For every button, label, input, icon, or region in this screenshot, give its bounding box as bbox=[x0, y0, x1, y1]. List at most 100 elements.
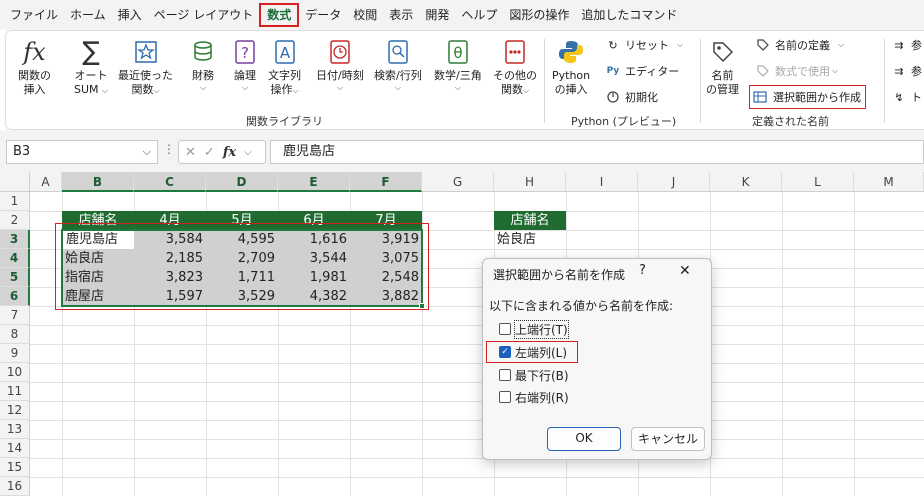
autosum-button[interactable]: ∑ オート SUM ⌵ bbox=[74, 37, 108, 97]
menu-page-layout[interactable]: ページ レイアウト bbox=[148, 3, 260, 27]
menu-help[interactable]: ヘルプ bbox=[455, 3, 503, 27]
row-header-16[interactable]: 16 bbox=[0, 477, 30, 496]
cell-b6[interactable]: 鹿屋店 bbox=[62, 287, 134, 306]
column-header-i[interactable]: I bbox=[566, 172, 638, 192]
row-header-12[interactable]: 12 bbox=[0, 401, 30, 420]
cell-d6[interactable]: 3,529 bbox=[206, 287, 278, 306]
cell-f3[interactable]: 3,919 bbox=[350, 230, 422, 249]
column-header-f[interactable]: F bbox=[350, 172, 422, 192]
column-header-d[interactable]: D bbox=[206, 172, 278, 192]
cell-b4[interactable]: 姶良店 bbox=[62, 249, 134, 268]
menu-shape-format[interactable]: 図形の操作 bbox=[503, 3, 575, 27]
cell-e6[interactable]: 4,382 bbox=[278, 287, 350, 306]
row-header-14[interactable]: 14 bbox=[0, 439, 30, 458]
insert-function-button[interactable]: fx 関数の 挿入 bbox=[18, 37, 51, 97]
cell-d3[interactable]: 4,595 bbox=[206, 230, 278, 249]
row-header-3[interactable]: 3 bbox=[0, 230, 30, 249]
cell-e4[interactable]: 3,544 bbox=[278, 249, 350, 268]
menu-file[interactable]: ファイル bbox=[4, 3, 64, 27]
datetime-button[interactable]: 日付/時刻 ⌵ bbox=[316, 37, 364, 93]
row-header-7[interactable]: 7 bbox=[0, 306, 30, 325]
define-name-button[interactable]: 名前の定義 ⌵ bbox=[754, 35, 844, 55]
menu-data[interactable]: データ bbox=[299, 3, 347, 27]
menu-view[interactable]: 表示 bbox=[383, 3, 419, 27]
more-functions-button[interactable]: その他の 関数⌵ bbox=[493, 37, 537, 97]
column-header-b[interactable]: B bbox=[62, 172, 134, 192]
top-row-checkbox[interactable]: 上端行(T) bbox=[499, 319, 569, 339]
column-header-h[interactable]: H bbox=[494, 172, 566, 192]
python-reset-button[interactable]: ↻ リセット ⌵ bbox=[604, 35, 683, 55]
menu-developer[interactable]: 開発 bbox=[419, 3, 455, 27]
cell-c5[interactable]: 3,823 bbox=[134, 268, 206, 287]
cell-d5[interactable]: 1,711 bbox=[206, 268, 278, 287]
insert-function-fx-icon[interactable]: fx bbox=[223, 145, 236, 160]
row-header-10[interactable]: 10 bbox=[0, 363, 30, 382]
cell-f5[interactable]: 2,548 bbox=[350, 268, 422, 287]
lookup-button[interactable]: 検索/行列 ⌵ bbox=[374, 37, 422, 93]
cell-b2[interactable]: 店舗名 bbox=[62, 211, 134, 230]
column-header-e[interactable]: E bbox=[278, 172, 350, 192]
math-button[interactable]: θ 数学/三角 ⌵ bbox=[434, 37, 482, 93]
cancel-button[interactable]: キャンセル bbox=[631, 427, 705, 451]
checkbox-box[interactable] bbox=[499, 369, 511, 381]
create-from-selection-button[interactable]: 選択範囲から作成 bbox=[749, 85, 866, 109]
cell-f2[interactable]: 7月 bbox=[350, 211, 422, 230]
right-column-checkbox[interactable]: 右端列(R) bbox=[499, 388, 569, 406]
cell-e5[interactable]: 1,981 bbox=[278, 268, 350, 287]
checkmark-icon[interactable]: ✓ bbox=[499, 346, 511, 358]
remove-arrows-button[interactable]: ↯ トレ bbox=[890, 87, 924, 107]
row-header-2[interactable]: 2 bbox=[0, 211, 30, 230]
checkbox-box[interactable] bbox=[499, 323, 511, 335]
recent-functions-button[interactable]: 最近使った 関数⌵ bbox=[118, 37, 173, 97]
name-box[interactable]: B3 ⌵ bbox=[6, 140, 158, 164]
menu-formulas[interactable]: 数式 bbox=[259, 3, 300, 27]
left-column-checkbox[interactable]: ✓ 左端列(L) bbox=[486, 341, 579, 363]
checkbox-box[interactable] bbox=[499, 391, 511, 403]
use-in-formula-button[interactable]: 数式で使用 ⌵ bbox=[754, 61, 838, 81]
fill-handle[interactable] bbox=[419, 303, 425, 309]
bottom-row-checkbox[interactable]: 最下行(B) bbox=[499, 366, 569, 384]
financial-button[interactable]: 財務 ⌵ bbox=[188, 37, 218, 93]
row-header-6[interactable]: 6 bbox=[0, 287, 30, 306]
row-header-13[interactable]: 13 bbox=[0, 420, 30, 439]
column-header-j[interactable]: J bbox=[638, 172, 710, 192]
row-header-9[interactable]: 9 bbox=[0, 344, 30, 363]
cell-c2[interactable]: 4月 bbox=[134, 211, 206, 230]
row-header-8[interactable]: 8 bbox=[0, 325, 30, 344]
formula-input[interactable]: 鹿児島店 bbox=[270, 140, 924, 164]
row-header-11[interactable]: 11 bbox=[0, 382, 30, 401]
trace-precedents-button[interactable]: ⇉ 参 bbox=[890, 35, 922, 55]
row-header-1[interactable]: 1 bbox=[0, 192, 30, 211]
enter-icon[interactable]: ✓ bbox=[204, 145, 215, 160]
cell-f4[interactable]: 3,075 bbox=[350, 249, 422, 268]
row-header-15[interactable]: 15 bbox=[0, 458, 30, 477]
cell-c6[interactable]: 1,597 bbox=[134, 287, 206, 306]
column-header-l[interactable]: L bbox=[782, 172, 854, 192]
cell-d4[interactable]: 2,709 bbox=[206, 249, 278, 268]
cancel-icon[interactable]: ✕ bbox=[185, 145, 196, 160]
cell-b3[interactable]: 鹿児島店 bbox=[63, 230, 134, 249]
column-header-g[interactable]: G bbox=[422, 172, 494, 192]
cell-c4[interactable]: 2,185 bbox=[134, 249, 206, 268]
column-header-m[interactable]: M bbox=[854, 172, 924, 192]
python-insert-button[interactable]: Python の挿入 bbox=[552, 37, 590, 97]
cell-d2[interactable]: 5月 bbox=[206, 211, 278, 230]
row-header-4[interactable]: 4 bbox=[0, 249, 30, 268]
menu-insert[interactable]: 挿入 bbox=[112, 3, 148, 27]
cell-b5[interactable]: 指宿店 bbox=[62, 268, 134, 287]
text-functions-button[interactable]: A 文字列 操作⌵ bbox=[268, 37, 301, 97]
column-header-a[interactable]: A bbox=[30, 172, 62, 192]
name-box-dropdown-icon[interactable]: ⌵ bbox=[143, 141, 151, 163]
python-initialize-button[interactable]: 初期化 bbox=[604, 87, 658, 107]
close-icon[interactable]: ✕ bbox=[679, 263, 691, 279]
help-icon[interactable]: ? bbox=[639, 263, 646, 278]
cell-f6[interactable]: 3,882 bbox=[350, 287, 422, 306]
menu-review[interactable]: 校閲 bbox=[347, 3, 383, 27]
cell-e3[interactable]: 1,616 bbox=[278, 230, 350, 249]
python-editor-button[interactable]: Py エディター bbox=[604, 61, 680, 81]
formula-bar-grip-icon[interactable]: ⋮ bbox=[163, 142, 175, 156]
column-header-c[interactable]: C bbox=[134, 172, 206, 192]
logical-button[interactable]: ? 論理 ⌵ bbox=[230, 37, 260, 93]
cell-e2[interactable]: 6月 bbox=[278, 211, 350, 230]
cell-h3[interactable]: 姶良店 bbox=[494, 230, 566, 249]
